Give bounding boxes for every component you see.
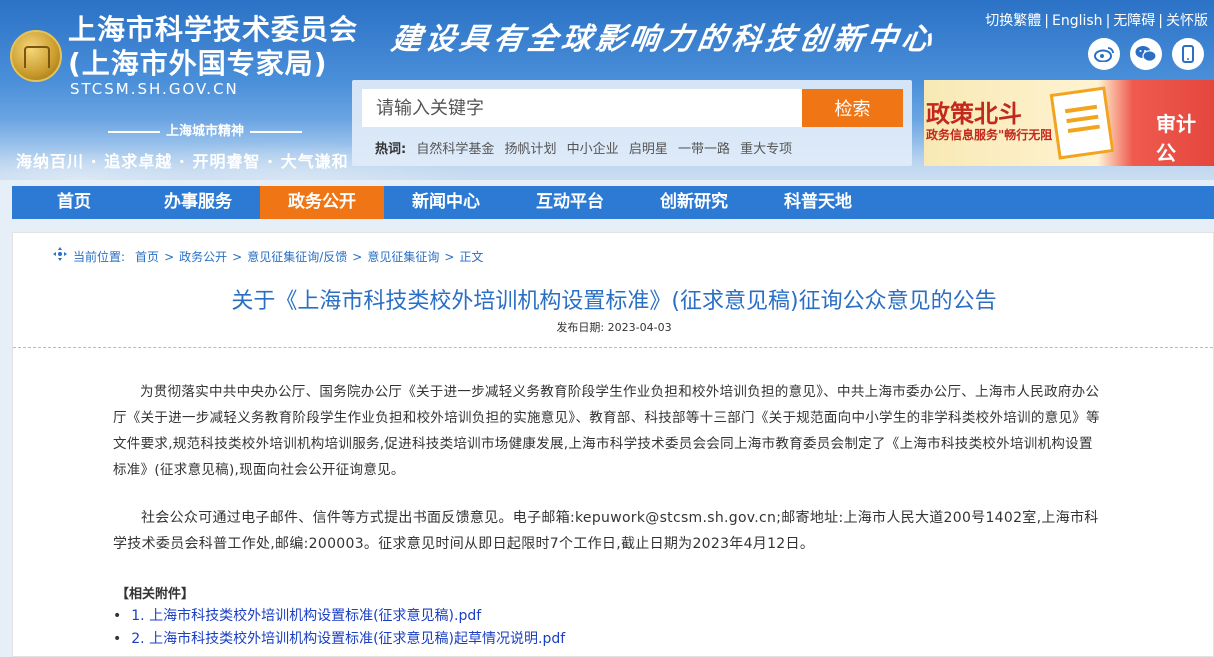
hot-word-link[interactable]: 启明星	[629, 142, 668, 157]
breadcrumb-current: 正文	[459, 250, 484, 264]
city-spirit-label: 上海城市精神	[70, 120, 340, 139]
policy-banner-ad[interactable]: 政策北斗 政务信息服务"畅行无阻 审计公	[924, 80, 1214, 166]
hot-word-link[interactable]: 一带一路	[678, 142, 730, 157]
publish-date-label: 发布日期:	[556, 321, 605, 334]
city-spirit-text: 海纳百川 · 追求卓越 · 开明睿智 · 大气谦和	[16, 152, 349, 171]
attachment-link[interactable]: 2. 上海市科技类校外培训机构设置标准(征求意见稿)起草情况说明.pdf	[131, 631, 565, 647]
banner-title: 政策北斗	[926, 100, 1022, 128]
dashed-divider	[13, 347, 1213, 348]
attachments-heading: 【相关附件】	[116, 587, 195, 602]
search-panel: 检索 热词: 自然科学基金 扬帆计划 中小企业 启明星 一带一路 重大专项	[352, 80, 912, 166]
banner-subtitle: 政务信息服务"畅行无阻	[926, 128, 1053, 142]
social-icons	[1088, 38, 1204, 70]
publish-date-value: 2023-04-03	[607, 321, 672, 334]
elder-care-link[interactable]: 关怀版	[1166, 13, 1208, 29]
location-crosshair-icon	[53, 247, 67, 261]
mobile-icon[interactable]	[1172, 38, 1204, 70]
list-item: 1. 上海市科技类校外培训机构设置标准(征求意见稿).pdf	[113, 605, 565, 628]
site-title[interactable]: 上海市科学技术委员会	[68, 14, 358, 46]
hot-word-link[interactable]: 自然科学基金	[416, 142, 494, 157]
article-title: 关于《上海市科技类校外培训机构设置标准》(征求意见稿)征询公众意见的公告	[231, 289, 997, 314]
nav-item-news[interactable]: 新闻中心	[384, 186, 508, 219]
article-paragraph: 社会公众可通过电子邮件、信件等方式提出书面反馈意见。电子邮箱:kepuwork@…	[113, 510, 1099, 552]
nav-item-home[interactable]: 首页	[12, 186, 136, 219]
list-item: 2. 上海市科技类校外培训机构设置标准(征求意见稿)起草情况说明.pdf	[113, 628, 565, 651]
search-button[interactable]: 检索	[802, 89, 903, 127]
hot-word-link[interactable]: 中小企业	[567, 142, 619, 157]
nav-item-gov-affairs[interactable]: 政务公开	[260, 186, 384, 219]
nav-item-interaction[interactable]: 互动平台	[508, 186, 632, 219]
breadcrumb-home[interactable]: 首页	[135, 248, 159, 265]
site-emblem-logo[interactable]	[10, 30, 62, 82]
nav-item-services[interactable]: 办事服务	[136, 186, 260, 219]
clipboard-illustration	[1049, 86, 1115, 160]
nav-item-science[interactable]: 科普天地	[756, 186, 880, 219]
site-domain: STCSM.SH.GOV.CN	[70, 80, 239, 98]
wechat-icon[interactable]	[1130, 38, 1162, 70]
nav-item-innovation[interactable]: 创新研究	[632, 186, 756, 219]
search-input[interactable]	[362, 89, 802, 127]
attachments-list: 1. 上海市科技类校外培训机构设置标准(征求意见稿).pdf 2. 上海市科技类…	[113, 605, 565, 651]
weibo-icon[interactable]	[1088, 38, 1120, 70]
hot-word-link[interactable]: 扬帆计划	[505, 142, 557, 157]
article-paragraph: 为贯彻落实中共中央办公厅、国务院办公厅《关于进一步减轻义务教育阶段学生作业负担和…	[113, 384, 1100, 478]
banner-right-text: 审计公	[1156, 112, 1196, 165]
breadcrumb: 当前位置: 首页 > 政务公开 > 意见征集征询/反馈 > 意见征集征询 > 正…	[53, 247, 484, 265]
breadcrumb-gov-affairs[interactable]: 政务公开	[179, 248, 227, 265]
top-links: 切换繁體 | English | 无障碍 | 关怀版	[985, 13, 1208, 29]
main-nav: 首页 办事服务 政务公开 新闻中心 互动平台 创新研究 科普天地	[12, 186, 1214, 219]
publish-date: 发布日期: 2023-04-03	[13, 319, 1214, 335]
english-link[interactable]: English	[1052, 13, 1103, 29]
hot-words-label: 热词:	[375, 142, 407, 157]
hot-word-link[interactable]: 重大专项	[740, 142, 792, 157]
site-header: 上海市科学技术委员会 (上海市外国专家局) STCSM.SH.GOV.CN 建设…	[0, 0, 1214, 180]
attachment-link[interactable]: 1. 上海市科技类校外培训机构设置标准(征求意见稿).pdf	[131, 608, 481, 624]
traditional-chinese-link[interactable]: 切换繁體	[985, 13, 1041, 29]
site-subtitle[interactable]: (上海市外国专家局)	[68, 48, 328, 80]
breadcrumb-consultation[interactable]: 意见征集征询	[367, 248, 439, 265]
breadcrumb-consultation-feedback[interactable]: 意见征集征询/反馈	[247, 248, 347, 265]
article-container: 当前位置: 首页 > 政务公开 > 意见征集征询/反馈 > 意见征集征询 > 正…	[12, 232, 1214, 657]
hot-words: 热词: 自然科学基金 扬帆计划 中小企业 启明星 一带一路 重大专项	[375, 138, 798, 157]
slogan-banner: 建设具有全球影响力的科技创新中心	[389, 22, 938, 57]
breadcrumb-label: 当前位置:	[73, 250, 126, 264]
accessibility-link[interactable]: 无障碍	[1113, 13, 1155, 29]
